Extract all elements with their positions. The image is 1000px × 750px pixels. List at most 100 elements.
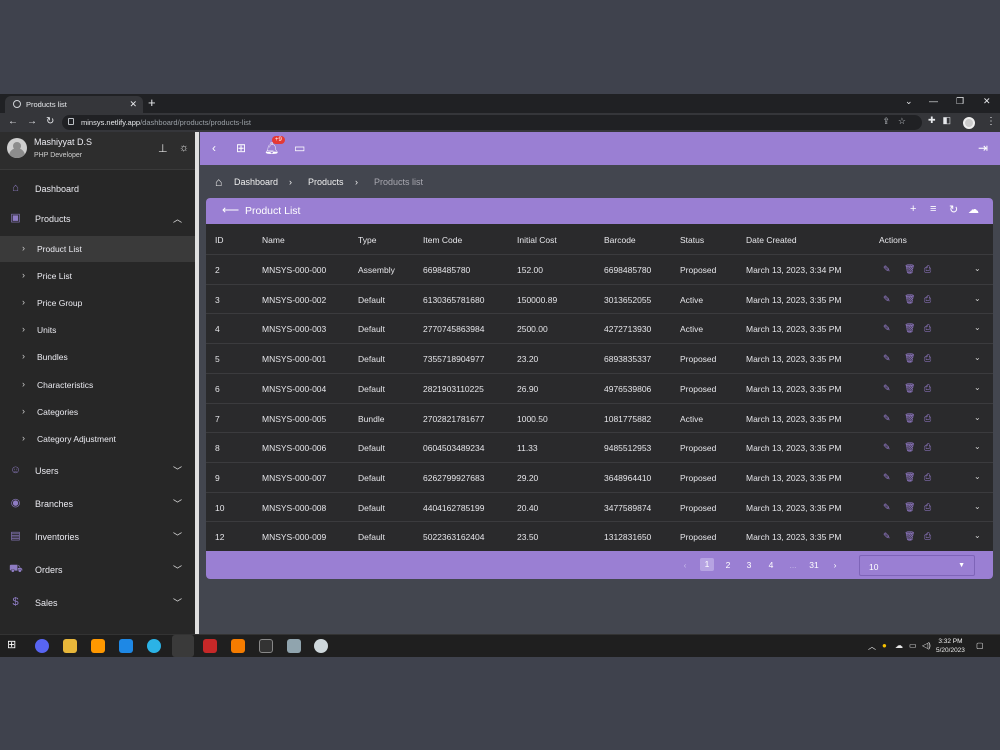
profile-avatar[interactable]	[963, 117, 975, 129]
column-header[interactable]: Type	[358, 235, 376, 245]
breadcrumb-dashboard[interactable]: Dashboard	[234, 177, 278, 187]
print-icon[interactable]: ⎙	[924, 502, 931, 513]
print-icon[interactable]: ⎙	[924, 323, 931, 334]
edit-icon[interactable]: ✎	[883, 264, 891, 275]
reload-icon[interactable]: ↻	[46, 116, 54, 127]
tab-search-icon[interactable]: ⌄	[905, 96, 913, 107]
cloud-download-icon[interactable]: ☁	[968, 203, 979, 216]
delete-icon[interactable]: 🗑︎	[904, 442, 915, 453]
delete-icon[interactable]: 🗑︎	[904, 531, 915, 542]
home-icon[interactable]: ⌂	[215, 175, 222, 189]
expand-row-icon[interactable]: ⌄	[974, 383, 981, 392]
sun-icon[interactable]: ☼	[179, 142, 189, 154]
expand-row-icon[interactable]: ⌄	[974, 294, 981, 303]
extensions-icon[interactable]: ✚◧	[928, 115, 958, 126]
sidebar-item-inventories[interactable]: ▤ Inventories ﹀	[0, 524, 195, 550]
sidebar-subitem-bundles[interactable]: › Bundles	[0, 344, 195, 370]
edge-icon[interactable]	[147, 639, 161, 653]
sidebar-scrollbar[interactable]	[195, 132, 199, 634]
delete-icon[interactable]: 🗑︎	[904, 502, 915, 513]
pin-icon[interactable]: ⊥	[158, 142, 168, 155]
expand-row-icon[interactable]: ⌄	[974, 413, 981, 422]
windows-start-icon[interactable]: ⊞	[7, 638, 21, 652]
table-row[interactable]: 3 MNSYS-000-002 Default 6130365781680 150000…	[206, 283, 993, 314]
column-header[interactable]: Barcode	[604, 235, 636, 245]
logout-icon[interactable]: ⇥	[978, 141, 988, 155]
url-text[interactable]: minsys.netlify.app/dashboard/products/pr…	[81, 118, 251, 127]
volume-icon[interactable]: ◁)	[922, 641, 931, 650]
table-row[interactable]: 6 MNSYS-000-004 Default 2821903110225 26.90 4…	[206, 372, 993, 403]
taskbar-clock[interactable]: 3:32 PM 5/20/2023	[936, 637, 965, 655]
expand-row-icon[interactable]: ⌄	[974, 442, 981, 451]
delete-icon[interactable]: 🗑︎	[904, 413, 915, 424]
page-button-31[interactable]: 31	[807, 560, 821, 570]
sidebar-subitem-categories[interactable]: › Categories	[0, 399, 195, 425]
print-icon[interactable]: ⎙	[924, 264, 931, 275]
column-header[interactable]: Status	[680, 235, 704, 245]
sidebar-subitem-characteristics[interactable]: › Characteristics	[0, 372, 195, 398]
edit-icon[interactable]: ✎	[883, 472, 891, 483]
edit-icon[interactable]: ✎	[883, 531, 891, 542]
sidebar-item-orders[interactable]: ⛟ Orders ﹀	[0, 557, 195, 583]
column-header[interactable]: Date Created	[746, 235, 797, 245]
table-row[interactable]: 8 MNSYS-000-006 Default 0604503489234 11.33 9…	[206, 432, 993, 462]
table-row[interactable]: 7 MNSYS-000-005 Bundle 2702821781677 1000.50…	[206, 402, 993, 432]
sidebar-item-sales[interactable]: $ Sales ﹀	[0, 590, 195, 616]
edit-icon[interactable]: ✎	[883, 294, 891, 305]
vscode-icon[interactable]	[119, 639, 133, 653]
avatar[interactable]	[7, 138, 27, 158]
next-page-icon[interactable]: ›	[828, 560, 842, 570]
print-icon[interactable]: ⎙	[924, 531, 931, 542]
column-header[interactable]: Name	[262, 235, 285, 245]
sidebar-subitem-units[interactable]: › Units	[0, 317, 195, 343]
expand-row-icon[interactable]: ⌄	[974, 353, 981, 362]
expand-row-icon[interactable]: ⌄	[974, 531, 981, 540]
delete-icon[interactable]: 🗑︎	[904, 353, 915, 364]
sidebar-item-branches[interactable]: ◉ Branches ﹀	[0, 491, 195, 517]
lock-icon[interactable]	[68, 118, 74, 125]
close-tab-icon[interactable]: ✕	[129, 99, 137, 110]
table-row[interactable]: 9 MNSYS-000-007 Default 6262799927683 29.20 3…	[206, 461, 993, 492]
print-icon[interactable]: ⎙	[924, 383, 931, 394]
table-row[interactable]: 4 MNSYS-000-003 Default 2770745863984 2500.0…	[206, 313, 993, 343]
table-row[interactable]: 12 MNSYS-000-009 Default 5022363162404 23.50…	[206, 521, 993, 551]
page-button-3[interactable]: 3	[742, 560, 756, 570]
filezilla-icon[interactable]	[203, 639, 217, 653]
sidebar-subitem-price-group[interactable]: › Price Group	[0, 290, 195, 316]
edit-icon[interactable]: ✎	[883, 353, 891, 364]
edit-icon[interactable]: ✎	[883, 413, 891, 424]
file-explorer-icon[interactable]	[63, 639, 77, 653]
edit-icon[interactable]: ✎	[883, 442, 891, 453]
delete-icon[interactable]: 🗑︎	[904, 383, 915, 394]
edit-icon[interactable]: ✎	[883, 383, 891, 394]
table-row[interactable]: 10 MNSYS-000-008 Default 4404162785199 20.40…	[206, 491, 993, 522]
back-icon[interactable]: ←	[8, 116, 18, 127]
sidebar-item-dashboard[interactable]: ⌂ Dashboard	[0, 176, 195, 202]
sidebar-subitem-price-list[interactable]: › Price List	[0, 263, 195, 289]
delete-icon[interactable]: 🗑︎	[904, 264, 915, 275]
restore-icon[interactable]: ❐	[956, 96, 964, 107]
expand-row-icon[interactable]: ⌄	[974, 264, 981, 273]
print-icon[interactable]: ⎙	[924, 413, 931, 424]
edit-icon[interactable]: ✎	[883, 323, 891, 334]
network-icon[interactable]: ▭	[909, 641, 917, 650]
breadcrumb-products[interactable]: Products	[308, 177, 344, 187]
apps-grid-icon[interactable]: ⊞	[236, 141, 246, 155]
expand-row-icon[interactable]: ⌄	[974, 472, 981, 481]
browser-tab[interactable]: Products list ✕	[5, 96, 143, 113]
rows-per-page-select[interactable]: 10 ▼	[859, 555, 975, 576]
discord-icon[interactable]	[35, 639, 49, 653]
calculator-icon[interactable]	[287, 639, 301, 653]
chrome-icon[interactable]	[172, 635, 194, 657]
print-icon[interactable]: ⎙	[924, 442, 931, 453]
tray-app-icon[interactable]: ●	[882, 641, 887, 650]
expand-row-icon[interactable]: ⌄	[974, 502, 981, 511]
page-button-4[interactable]: 4	[764, 560, 778, 570]
page-button-1[interactable]: 1	[700, 558, 714, 571]
notification-center-icon[interactable]: ▢	[976, 641, 984, 650]
column-header[interactable]: Initial Cost	[517, 235, 557, 245]
sidebar-subitem-category-adjustment[interactable]: › Category Adjustment	[0, 426, 195, 452]
terminal-icon[interactable]	[259, 639, 273, 653]
new-tab-icon[interactable]: +	[148, 95, 156, 110]
share-bookmark-icons[interactable]: ⇪☆	[882, 116, 914, 127]
